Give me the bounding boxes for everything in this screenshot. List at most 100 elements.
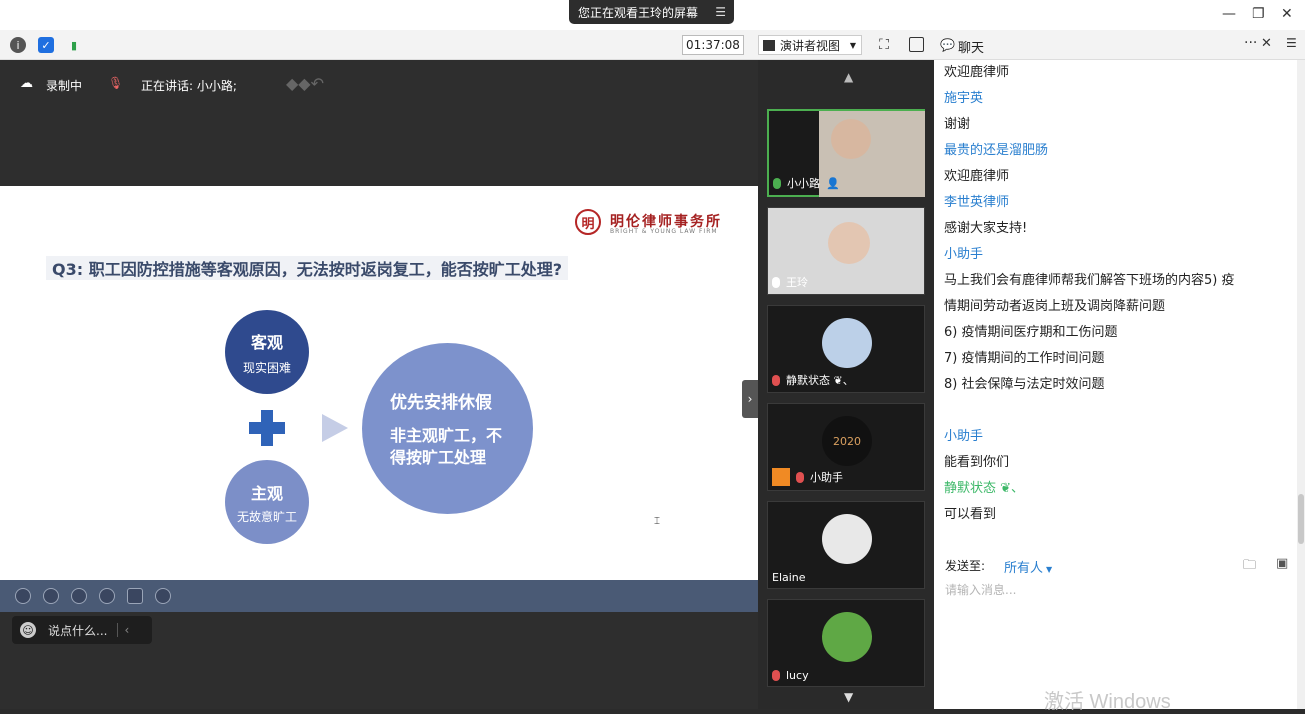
participant-name-row: 小小路 👤: [773, 175, 840, 191]
mic-icon: [772, 276, 780, 288]
emoji-icon[interactable]: ☺: [20, 622, 36, 638]
chevron-left-icon[interactable]: ‹: [117, 623, 129, 637]
mic-muted-icon: 🎙: [108, 76, 124, 90]
chat-panel: 💬 聊天 ··· ✕ ☰ 欢迎鹿律师 施宇英 谢谢 最贵的还是溜肥肠 欢迎鹿律师 李世英律…: [934, 30, 1305, 713]
send-to-value: 所有人: [1004, 561, 1044, 576]
restore-icon[interactable]: ❐: [1252, 6, 1265, 22]
objective-title: 客观: [250, 332, 283, 352]
user-icon: [772, 468, 790, 486]
chevron-up-icon[interactable]: ▲: [844, 70, 853, 84]
title-bar: 您正在观看王玲的屏幕 ☰ — ❐ ✕: [0, 0, 1305, 30]
participant-avatar: [822, 318, 872, 368]
list-icon[interactable]: ☰: [715, 5, 726, 19]
chat-message: 7) 疫情期间的工作时间问题: [944, 351, 1105, 366]
plus-icon: [249, 410, 285, 446]
chat-sender: 小助手: [944, 247, 984, 262]
folder-icon[interactable]: 🗀: [1243, 556, 1256, 578]
objective-sub: 现实困难: [242, 360, 291, 375]
close-chat-icon[interactable]: ✕: [1261, 36, 1272, 51]
windows-watermark: 激活 Windows: [1044, 691, 1171, 713]
fullscreen-icon[interactable]: ⛶: [876, 37, 892, 53]
participant-name-row: 静默状态 ❦、: [772, 372, 854, 388]
camera-icon[interactable]: [127, 588, 143, 604]
announcement-icon[interactable]: ▣: [1276, 556, 1288, 571]
participant-name: 静默状态 ❦、: [786, 374, 854, 387]
chat-message: 谢谢: [944, 117, 971, 132]
collapse-strip-button[interactable]: ›: [742, 380, 758, 418]
chevron-down-icon: ▼: [849, 40, 856, 50]
meeting-timer: 01:37:08: [682, 35, 744, 55]
mic-muted-icon: [772, 374, 780, 386]
chat-scrollbar[interactable]: [1297, 60, 1305, 709]
subjective-sub: 无故意旷工: [237, 509, 298, 524]
chat-message: 6) 疫情期间医疗期和工伤问题: [944, 325, 1118, 340]
chat-sender: 小助手: [944, 429, 984, 444]
participant-name-row: lucy: [772, 669, 809, 682]
participant-tile[interactable]: lucy: [767, 599, 925, 687]
slide-controls: [0, 580, 758, 612]
chat-sender: 李世英律师: [944, 195, 1010, 210]
banner-text: 您正在观看王玲的屏幕: [578, 5, 699, 20]
more-icon[interactable]: ···: [1244, 35, 1257, 51]
next-slide-button[interactable]: [43, 588, 59, 604]
participant-avatar: 2020: [822, 416, 872, 466]
result-circle: 优先安排休假 非主观旷工，不得按旷工处理: [362, 343, 533, 514]
result-title: 优先安排休假: [390, 393, 492, 413]
mouse-cursor-icon: ⌶: [654, 516, 660, 527]
laser-icon[interactable]: [99, 588, 115, 604]
shared-screen: ☁ 录制中 🎙 正在讲话: 小小路; ◆◆↶ 明 明伦律师事务所 BRIGHT …: [0, 60, 758, 709]
view-icon: [763, 39, 775, 51]
chevron-down-icon[interactable]: ▼: [844, 690, 853, 704]
view-mode-select[interactable]: 演讲者视图 ▼: [758, 35, 862, 55]
mic-muted-icon: [772, 670, 780, 681]
subjective-title: 主观: [250, 483, 283, 503]
chat-message: 情期间劳动者返岗上班及调岗降薪问题: [944, 299, 1166, 314]
host-icon: 👤: [826, 176, 840, 190]
layout-icon[interactable]: [909, 37, 924, 52]
participant-name: 小小路: [787, 177, 820, 190]
objective-circle: 客观 现实困难: [225, 310, 309, 394]
participant-tile[interactable]: 2020 小助手: [767, 403, 925, 491]
chat-sender: 最贵的还是溜肥肠: [944, 143, 1049, 158]
law-firm-name-en: BRIGHT & YOUNG LAW FIRM: [610, 228, 718, 235]
annotation-tools-icon[interactable]: ◆◆↶: [286, 74, 324, 93]
quick-chat-input[interactable]: ☺ 说点什么... ‹: [12, 616, 152, 644]
participant-name: 小助手: [810, 471, 843, 484]
chat-message: 感谢大家支持!: [944, 221, 1028, 236]
participant-video: [831, 119, 871, 159]
participant-name: Elaine: [772, 571, 806, 584]
menu-icon[interactable]: ☰: [1286, 36, 1297, 50]
meeting-toolbar: i ✓ ▮ 01:37:08 演讲者视图 ▼ ⛶: [0, 30, 934, 60]
participant-avatar: [822, 612, 872, 662]
chat-message: 可以看到: [944, 507, 997, 522]
send-to-label: 发送至:: [945, 559, 986, 573]
chat-message-input[interactable]: 请输入消息...: [945, 581, 1016, 598]
participant-name: lucy: [786, 669, 809, 682]
participant-name-row: Elaine: [772, 571, 806, 584]
chat-icon: 💬: [940, 38, 955, 52]
recording-bar: ☁ 录制中 🎙 正在讲话: 小小路; ◆◆↶: [0, 60, 758, 108]
participant-tile[interactable]: Elaine: [767, 501, 925, 589]
pen-icon[interactable]: [71, 588, 87, 604]
slide-question: Q3: 职工因防控措施等客观原因，无法按时返岗复工，能否按旷工处理?: [46, 256, 568, 280]
signal-icon[interactable]: ▮: [66, 37, 82, 53]
participant-tile[interactable]: 小小路 👤: [767, 109, 925, 197]
participant-avatar: [822, 514, 872, 564]
cloud-icon: ☁: [20, 76, 33, 91]
shield-icon[interactable]: ✓: [38, 37, 54, 53]
send-to-select[interactable]: 所有人 ▼: [1004, 557, 1052, 576]
info-icon[interactable]: i: [10, 37, 26, 53]
prev-slide-button[interactable]: [15, 588, 31, 604]
result-body: 非主观旷工，不得按旷工处理: [390, 426, 503, 467]
chat-sender: 施宇英: [944, 91, 984, 106]
chat-message: 欢迎鹿律师: [944, 65, 1010, 80]
close-icon[interactable]: ✕: [1281, 6, 1293, 22]
chat-title: 聊天: [958, 41, 985, 56]
participant-tile[interactable]: 王玲: [767, 207, 925, 295]
more-icon[interactable]: [155, 588, 171, 604]
mic-icon: [773, 177, 781, 189]
subjective-circle: 主观 无故意旷工: [225, 460, 309, 544]
minimize-icon[interactable]: —: [1222, 6, 1236, 22]
participant-tile[interactable]: 静默状态 ❦、: [767, 305, 925, 393]
screen-share-banner[interactable]: 您正在观看王玲的屏幕 ☰: [569, 0, 734, 24]
